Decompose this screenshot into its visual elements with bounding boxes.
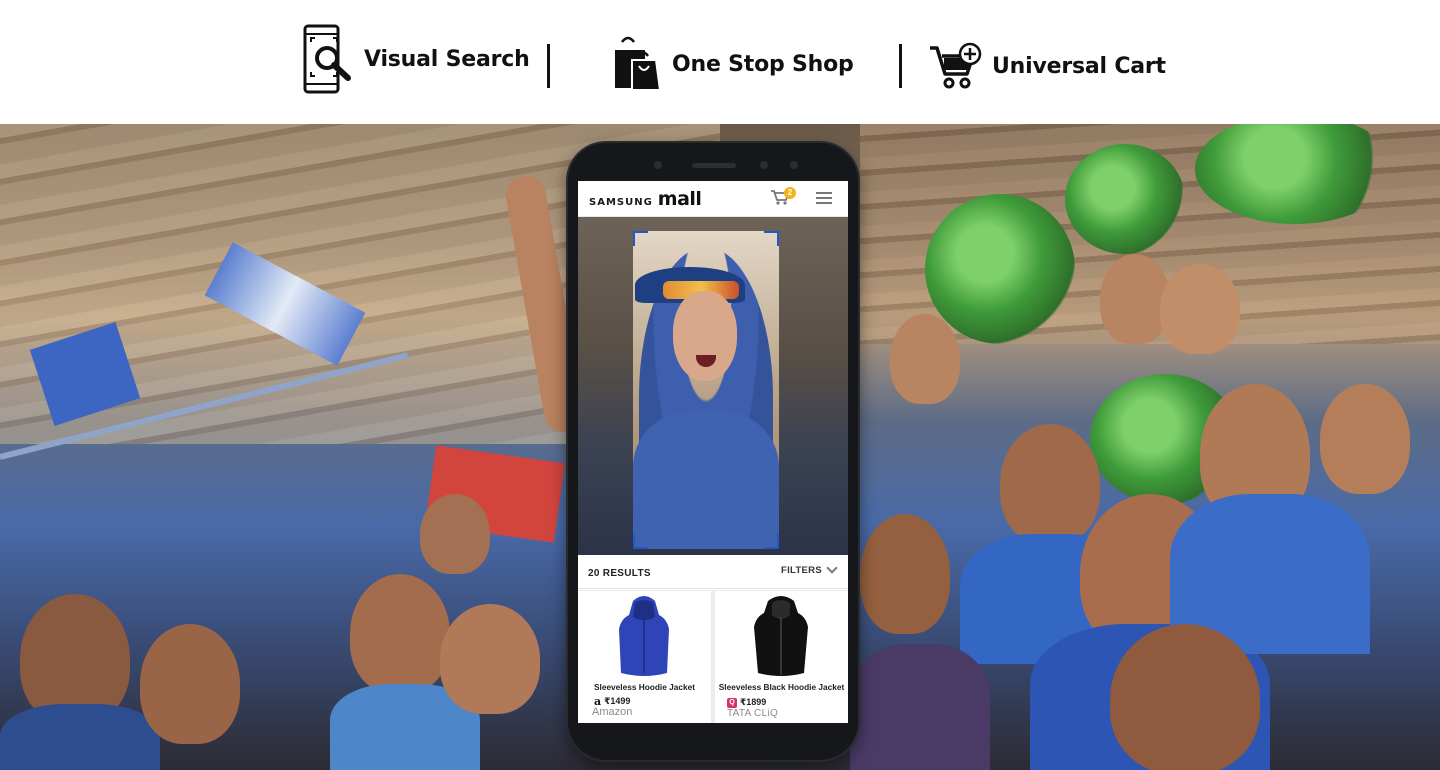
front-camera xyxy=(654,161,662,169)
phone-screen: SAMSUNG mall 2 20 RESULTS FILTERS Sleeve… xyxy=(578,181,848,723)
crop-corner[interactable] xyxy=(764,231,779,246)
phone-mockup: SAMSUNG mall 2 20 RESULTS FILTERS Sleeve… xyxy=(568,143,858,760)
cart-button[interactable]: 2 xyxy=(770,187,796,210)
fan xyxy=(1110,624,1260,770)
camera-viewfinder[interactable] xyxy=(578,217,848,555)
feature-bar: Visual Search One Stop Shop Universal Ca… xyxy=(0,0,1440,124)
fan xyxy=(850,644,990,770)
visual-search-selection-box[interactable] xyxy=(633,231,779,549)
cart-add-icon xyxy=(930,42,982,89)
product-name: Sleeveless Black Hoodie Jacket xyxy=(718,682,845,692)
filters-button[interactable]: FILTERS xyxy=(781,565,822,576)
crop-corner[interactable] xyxy=(633,231,648,246)
results-bar: 20 RESULTS FILTERS xyxy=(578,555,848,589)
seller-name: TATA CLiQ xyxy=(727,708,779,719)
product-name: Sleeveless Hoodie Jacket xyxy=(593,682,695,692)
fan xyxy=(0,704,160,770)
speaker xyxy=(692,163,736,168)
results-count: 20 RESULTS xyxy=(588,568,651,579)
fan xyxy=(1160,264,1240,354)
fan xyxy=(1100,254,1170,344)
pompom xyxy=(925,194,1075,344)
shopping-bags-icon xyxy=(615,36,662,91)
black-hoodie-jacket-image xyxy=(754,596,808,676)
chevron-down-icon[interactable] xyxy=(826,562,838,574)
product-grid: Sleeveless Hoodie Jacket a ₹1499 Amazon … xyxy=(578,590,848,723)
product-card[interactable]: Sleeveless Hoodie Jacket a ₹1499 Amazon xyxy=(578,591,711,723)
pompom xyxy=(1065,144,1185,254)
fan xyxy=(350,574,450,694)
feature-label: One Stop Shop xyxy=(672,51,854,77)
seller-name: Amazon xyxy=(592,706,633,718)
fan xyxy=(1320,384,1410,494)
samsung-mall-logo[interactable]: SAMSUNG mall xyxy=(589,188,702,210)
fan xyxy=(140,624,240,744)
sensor xyxy=(760,161,768,169)
brand-samsung: SAMSUNG xyxy=(589,197,653,208)
feature-label: Universal Cart xyxy=(992,53,1166,79)
divider xyxy=(899,44,902,88)
fan xyxy=(420,494,490,574)
hamburger-menu-icon[interactable] xyxy=(816,192,832,206)
fan xyxy=(1000,424,1100,544)
product-card[interactable]: Sleeveless Black Hoodie Jacket Q ₹1899 T… xyxy=(715,591,848,723)
crop-corner[interactable] xyxy=(764,534,779,549)
crop-corner[interactable] xyxy=(633,534,648,549)
product-price: ₹1899 xyxy=(740,697,767,707)
phone-search-icon xyxy=(303,24,351,94)
fan xyxy=(440,604,540,714)
tata-cliq-logo-icon: Q xyxy=(727,697,737,708)
hoodie-body xyxy=(633,411,779,549)
app-header: SAMSUNG mall 2 xyxy=(578,181,848,217)
feature-visual-search: Visual Search xyxy=(302,24,530,94)
divider xyxy=(547,44,550,88)
fan xyxy=(890,314,960,404)
front-camera xyxy=(790,161,798,169)
feature-universal-cart: Universal Cart xyxy=(928,42,1166,90)
fan xyxy=(860,514,950,634)
feature-one-stop-shop: One Stop Shop xyxy=(612,36,854,92)
face xyxy=(673,291,737,381)
price-row: Q ₹1899 xyxy=(727,697,766,708)
brand-mall: mall xyxy=(657,188,702,210)
feature-label: Visual Search xyxy=(364,46,530,72)
cart-count-badge: 2 xyxy=(784,187,796,199)
blue-hoodie-jacket-image xyxy=(619,596,669,676)
